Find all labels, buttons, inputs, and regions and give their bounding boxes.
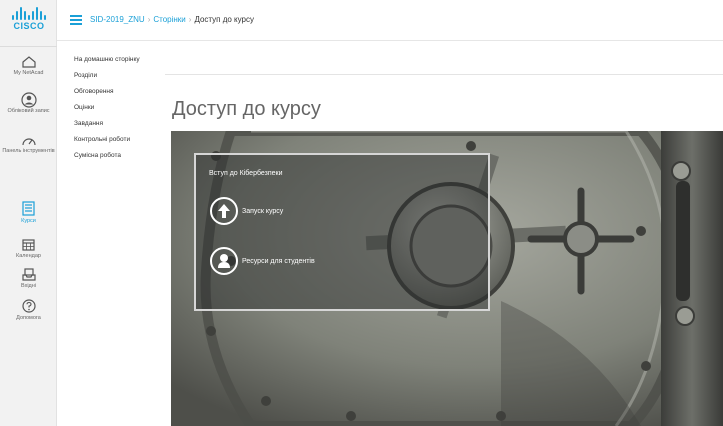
top-bar: SID-2019_ZNU › Сторінки › Доступ до курсу xyxy=(57,0,723,41)
course-nav-discussions[interactable]: Обговорення xyxy=(74,88,154,96)
rail-item-label: Панель інструментів xyxy=(2,148,55,154)
help-icon xyxy=(21,299,36,313)
course-nav-assignments[interactable]: Завдання xyxy=(74,120,154,128)
course-heading: Вступ до Кібербезпеки xyxy=(209,170,283,177)
course-nav: На домашню сторінку Розділи Обговорення … xyxy=(74,56,154,168)
rail-item-label: Вхідні xyxy=(20,283,37,289)
student-resources-label: Ресурси для студентів xyxy=(242,257,315,265)
courses-icon xyxy=(22,201,35,216)
breadcrumb-current: Доступ до курсу xyxy=(194,15,255,24)
breadcrumb-separator: › xyxy=(147,15,151,24)
rail-item-label: My NetAcad xyxy=(13,70,44,76)
page-title: Доступ до курсу xyxy=(172,98,321,120)
launch-course-label: Запуск курсу xyxy=(242,207,284,215)
course-nav-collaborations[interactable]: Сумісна робота xyxy=(74,152,154,160)
inbox-icon xyxy=(21,268,36,281)
rail-item-account[interactable]: Обліковий запис xyxy=(0,92,57,115)
rail-item-my-netacad[interactable]: My NetAcad xyxy=(0,56,57,77)
content-divider xyxy=(165,74,723,75)
rail-divider xyxy=(0,46,57,47)
person-circle-icon xyxy=(210,247,238,275)
breadcrumb: SID-2019_ZNU › Сторінки › Доступ до курсу xyxy=(90,15,254,24)
breadcrumb-pages-link[interactable]: Сторінки xyxy=(153,15,185,24)
account-icon xyxy=(20,92,37,108)
launch-course-link[interactable]: Запуск курсу xyxy=(210,197,283,225)
course-nav-quizzes[interactable]: Контрольні роботи xyxy=(74,136,154,144)
cisco-logo[interactable]: CISCO xyxy=(8,6,50,40)
rail-item-label: Обліковий запис xyxy=(7,108,50,114)
rail-item-inbox[interactable]: Вхідні xyxy=(0,268,57,290)
home-icon xyxy=(21,56,36,68)
global-nav-rail: CISCO My NetAcad Обліковий запис Панель … xyxy=(0,0,57,426)
breadcrumb-separator: › xyxy=(188,15,192,24)
arrow-up-circle-icon xyxy=(210,197,238,225)
course-nav-modules[interactable]: Розділи xyxy=(74,72,154,80)
course-access-panel: Вступ до Кібербезпеки Запуск курсу Ресур… xyxy=(194,153,490,311)
breadcrumb-course-link[interactable]: SID-2019_ZNU xyxy=(90,15,145,24)
rail-item-label: Календар xyxy=(16,253,41,259)
rail-item-label: Курси xyxy=(21,218,36,224)
rail-item-courses[interactable]: Курси xyxy=(0,201,57,225)
rail-item-calendar[interactable]: Календар xyxy=(0,238,57,260)
course-nav-grades[interactable]: Оцінки xyxy=(74,104,154,112)
calendar-icon xyxy=(22,239,35,251)
course-nav-home[interactable]: На домашню сторінку xyxy=(74,56,154,64)
cisco-logo-bars-icon xyxy=(8,6,50,20)
dashboard-icon xyxy=(21,138,36,146)
rail-item-label: Допомога xyxy=(16,315,41,321)
student-resources-link[interactable]: Ресурси для студентів xyxy=(210,247,315,275)
hamburger-menu-icon[interactable] xyxy=(70,15,82,25)
rail-item-help[interactable]: Допомога xyxy=(0,299,57,322)
rail-item-dashboard[interactable]: Панель інструментів xyxy=(0,134,57,155)
cisco-logo-text: CISCO xyxy=(13,21,45,31)
